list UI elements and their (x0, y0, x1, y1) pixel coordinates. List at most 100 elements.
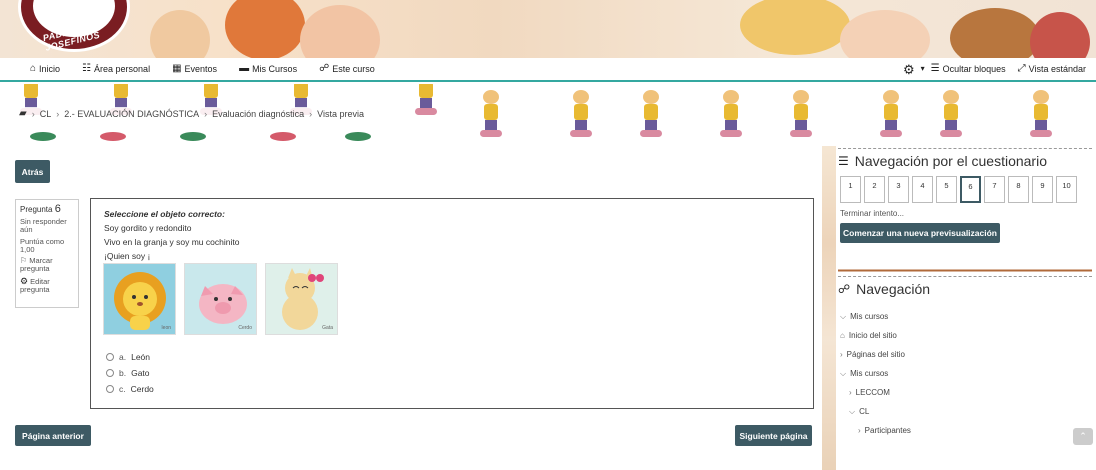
question-line: Vivo en la granja y soy mu cochinito (104, 237, 240, 247)
question-nav-button[interactable]: 8 (1008, 176, 1029, 203)
breadcrumb-separator-icon: › (204, 109, 208, 119)
next-page-button[interactable]: Siguiente página (735, 425, 812, 446)
navigation-tree-label: Mis cursos (850, 369, 889, 378)
calendar-icon: ▦ (172, 63, 182, 74)
finish-attempt-link[interactable]: Terminar intento... (840, 209, 1092, 218)
answer-option-c[interactable]: c. Cerdo (106, 381, 154, 397)
answer-text: Gato (131, 368, 150, 378)
navigation-tree-item[interactable]: ⌵ Mis cursos (838, 307, 1092, 326)
breadcrumb-separator-icon: › (31, 109, 35, 119)
answer-option-b[interactable]: b. Gato (106, 365, 154, 381)
question-content: Seleccione el objeto correcto: Soy gordi… (90, 198, 814, 409)
quiz-navigation-title: ☰ Navegación por el cuestionario (838, 153, 1092, 169)
decorative-divider (838, 266, 1092, 275)
school-logo[interactable]: PADRES JOSEFINOS (18, 0, 130, 53)
banner-kid-illustration (225, 0, 305, 58)
decorative-shoe (270, 132, 296, 141)
question-nav-button[interactable]: 1 (840, 176, 861, 203)
breadcrumb-item[interactable]: CL (40, 109, 52, 119)
banner-kid-illustration (950, 8, 1040, 58)
nav-item-área-personal[interactable]: ☷ Área personal (82, 64, 151, 75)
radio-button[interactable] (106, 369, 114, 377)
image-caption: Cerdo (238, 325, 252, 331)
question-nav-button[interactable]: 9 (1032, 176, 1053, 203)
navigation-tree-item[interactable]: › Páginas del sitio (838, 345, 1092, 364)
question-nav-button[interactable]: 3 (888, 176, 909, 203)
question-images: leon Cerdo Gata (103, 263, 338, 335)
expand-icon: ⤢ (1017, 63, 1026, 74)
folder-icon[interactable]: ▰ (19, 109, 27, 119)
question-label: Pregunta (20, 205, 53, 214)
question-nav-button[interactable]: 5 (936, 176, 957, 203)
standard-view-button[interactable]: ⤢ Vista estándar (1017, 63, 1086, 75)
list-icon: ☰ (838, 154, 849, 168)
navigation-tree-item[interactable]: ⌵ CL (838, 402, 1092, 421)
decorative-kid-figure (720, 86, 742, 138)
decorative-kid-figure (940, 86, 962, 138)
tree-toggle-icon: › (840, 350, 843, 359)
answer-letter: c. (119, 384, 126, 394)
sitemap-icon: ☍ (838, 282, 851, 296)
question-number-value: 6 (54, 203, 61, 215)
question-prompt: Seleccione el objeto correcto: (104, 209, 225, 219)
nav-item-label: Área personal (94, 64, 151, 74)
edit-question-link[interactable]: ⚙ Editar pregunta (20, 276, 74, 295)
decorative-kid-figure (640, 86, 662, 138)
decorative-kid-figure (880, 86, 902, 138)
tree-toggle-icon: › (849, 388, 852, 397)
navigation-title: ☍ Navegación (838, 281, 1092, 297)
breadcrumb-separator-icon: › (56, 109, 60, 119)
navigation-tree-label: CL (859, 407, 870, 416)
hide-blocks-label: Ocultar bloques (942, 64, 1006, 74)
pig-image: Cerdo (184, 263, 257, 335)
answer-letter: b. (119, 368, 127, 378)
previous-page-button[interactable]: Página anterior (15, 425, 91, 446)
quiz-navigation-title-text: Navegación por el cuestionario (854, 153, 1047, 169)
navigation-tree-label: Mis cursos (850, 312, 889, 321)
nav-item-label: Eventos (184, 64, 218, 74)
navigation-tree-item[interactable]: › LECCOM (838, 383, 1092, 402)
scroll-to-top-button[interactable]: ⌃ (1073, 428, 1093, 445)
flag-question-link[interactable]: ⚐ Marcar pregunta (20, 256, 74, 274)
navigation-tree-label: Participantes (864, 426, 911, 435)
decorative-kid-figure (570, 86, 592, 138)
navigation-tree-item[interactable]: ⌂ Inicio del sitio (838, 326, 1092, 345)
tree-toggle-icon: ⌵ (840, 368, 847, 378)
question-line: Soy gordito y redondito (104, 223, 192, 233)
navigation-tree-item[interactable]: › Participantes (838, 421, 1092, 440)
hide-blocks-button[interactable]: ☰ Ocultar bloques (930, 63, 1006, 75)
question-nav-button[interactable]: 4 (912, 176, 933, 203)
navigation-tree: ⌵ Mis cursos ⌂ Inicio del sitio › Páginas del… (838, 307, 1092, 440)
question-nav-button[interactable]: 6 (960, 176, 981, 203)
hide-blocks-icon: ☰ (930, 63, 940, 74)
banner-kid-illustration (740, 0, 850, 55)
back-button[interactable]: Atrás (15, 160, 50, 183)
question-number-buttons: 1 2 3 4 5 6 7 8 9 10 (840, 176, 1092, 203)
nav-item-inicio[interactable]: ⌂ Inicio (30, 64, 60, 75)
answer-option-a[interactable]: a. León (106, 349, 154, 365)
decorative-shoe (100, 132, 126, 141)
chevron-down-icon[interactable]: ▾ (921, 65, 925, 73)
decorative-shoe (180, 132, 206, 141)
nav-item-mis-cursos[interactable]: ▬ Mis Cursos (239, 63, 297, 75)
start-new-preview-button[interactable]: Comenzar una nueva previsualización (840, 223, 1000, 243)
nav-item-eventos[interactable]: ▦ Eventos (172, 63, 218, 75)
navigation-tree-item[interactable]: ⌵ Mis cursos (838, 364, 1092, 383)
decorative-kid-figure (1030, 86, 1052, 138)
question-nav-button[interactable]: 2 (864, 176, 885, 203)
radio-button[interactable] (106, 353, 114, 361)
graduation-cap-icon: ▬ (239, 63, 250, 74)
image-caption: leon (161, 325, 171, 331)
breadcrumb-item[interactable]: Evaluación diagnóstica (212, 109, 304, 119)
breadcrumb-item[interactable]: 2.- EVALUACIÓN DIAGNÓSTICA (64, 109, 199, 119)
radio-button[interactable] (106, 385, 114, 393)
question-nav-button[interactable]: 7 (984, 176, 1005, 203)
answer-text: León (131, 352, 151, 362)
question-nav-button[interactable]: 10 (1056, 176, 1077, 203)
image-caption: Gata (322, 325, 333, 331)
nav-item-este-curso[interactable]: ☍ Este curso (319, 64, 375, 75)
decorative-kid-figure (480, 86, 502, 138)
navigation-tree-label: Inicio del sitio (848, 331, 897, 340)
cat-image: Gata (265, 263, 338, 335)
settings-gear-icon[interactable]: ⚙ (903, 63, 915, 76)
